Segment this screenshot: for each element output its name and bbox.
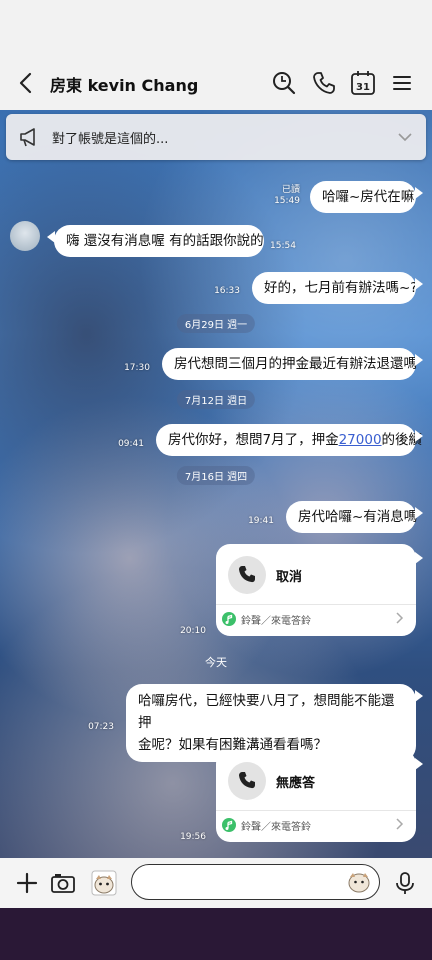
message-time: 09:41 <box>118 439 144 449</box>
status-bar <box>0 0 432 56</box>
chevron-right-icon <box>396 612 404 624</box>
message-bubble-out[interactable]: 房代你好，想問7月了，押金27000的後續 <box>156 424 423 456</box>
divider <box>216 604 416 605</box>
chat-area[interactable]: 對了帳號是這個的... 已讀 15:49 哈囉~房代在嘛 嗨 還沒有消息喔 有的話… <box>0 110 432 858</box>
announcement-banner[interactable]: 對了帳號是這個的... <box>6 114 426 160</box>
message-bubble-out[interactable]: 房代哈囉~有消息嗎 <box>286 501 423 533</box>
amount-link[interactable]: 27000 <box>339 432 382 448</box>
message-time: 19:41 <box>248 516 274 526</box>
chat-header: 房東 kevin Chang 31 <box>0 56 432 110</box>
call-card[interactable]: 取消 鈴聲／來電答鈴 <box>216 544 423 636</box>
menu-icon[interactable] <box>388 69 416 97</box>
message-bubble-out[interactable]: 哈囉~房代在嘛 <box>310 181 423 213</box>
message-bubble-out[interactable]: 好的，七月前有辦法嗎~? <box>252 272 423 304</box>
message-meta: 已讀 15:49 <box>270 185 300 207</box>
music-note-icon <box>222 612 236 626</box>
sticker-icon[interactable] <box>91 870 117 896</box>
microphone-icon[interactable] <box>392 870 418 896</box>
avatar[interactable] <box>10 221 40 251</box>
call-icon-circle <box>228 556 266 594</box>
call-card[interactable]: 無應答 鈴聲／來電答鈴 <box>216 750 423 842</box>
back-arrow-icon[interactable] <box>14 70 40 96</box>
call-status: 無應答 <box>276 776 316 791</box>
message-time: 17:30 <box>124 363 150 373</box>
message-bubble-in[interactable]: 嗨 還沒有消息喔 有的話跟你說的 <box>47 225 264 257</box>
call-icon-circle <box>228 762 266 800</box>
message-time: 20:10 <box>180 626 206 636</box>
message-text: 的後續 <box>381 432 423 448</box>
megaphone-icon <box>20 128 35 147</box>
message-line: 哈囉房代，已經快要八月了，想問能不能還押 <box>138 693 395 731</box>
bottom-nav-area <box>0 908 432 960</box>
message-bubble-out[interactable]: 房代想問三個月的押金最近有辦法退還嗎 <box>162 348 423 380</box>
read-status: 已讀 <box>281 185 300 195</box>
date-separator: 7月12日 週日 <box>176 390 256 409</box>
call-status: 取消 <box>276 570 303 585</box>
ringtone-label: 鈴聲／來電答鈴 <box>241 616 311 627</box>
message-time: 07:23 <box>88 722 114 732</box>
message-input-bar <box>0 858 432 908</box>
announcement-text: 對了帳號是這個的... <box>52 132 169 147</box>
message-input[interactable] <box>131 864 380 900</box>
phone-icon <box>239 772 255 789</box>
message-time: 19:56 <box>180 832 206 842</box>
calendar-icon[interactable]: 31 <box>349 69 377 97</box>
music-note-icon <box>222 818 236 832</box>
divider <box>216 810 416 811</box>
date-separator: 7月16日 週四 <box>176 466 256 485</box>
message-time: 16:33 <box>214 286 240 296</box>
ringtone-label: 鈴聲／來電答鈴 <box>241 822 311 833</box>
date-separator: 今天 <box>205 656 227 669</box>
search-icon[interactable] <box>270 69 298 97</box>
camera-icon[interactable] <box>50 870 76 896</box>
chevron-right-icon <box>396 818 404 830</box>
phone-icon[interactable] <box>310 69 338 97</box>
date-separator: 6月29日 週一 <box>176 314 256 333</box>
calendar-day: 31 <box>356 82 370 93</box>
message-text: 房代你好，想問7月了，押金 <box>168 432 339 448</box>
chat-title: 房東 kevin Chang <box>50 76 199 95</box>
emoji-sticker-icon[interactable] <box>347 871 371 893</box>
chevron-down-icon[interactable] <box>396 128 414 146</box>
phone-icon <box>239 566 255 583</box>
plus-icon[interactable] <box>14 870 40 896</box>
message-time: 15:54 <box>270 241 296 251</box>
message-time: 15:49 <box>274 196 300 206</box>
